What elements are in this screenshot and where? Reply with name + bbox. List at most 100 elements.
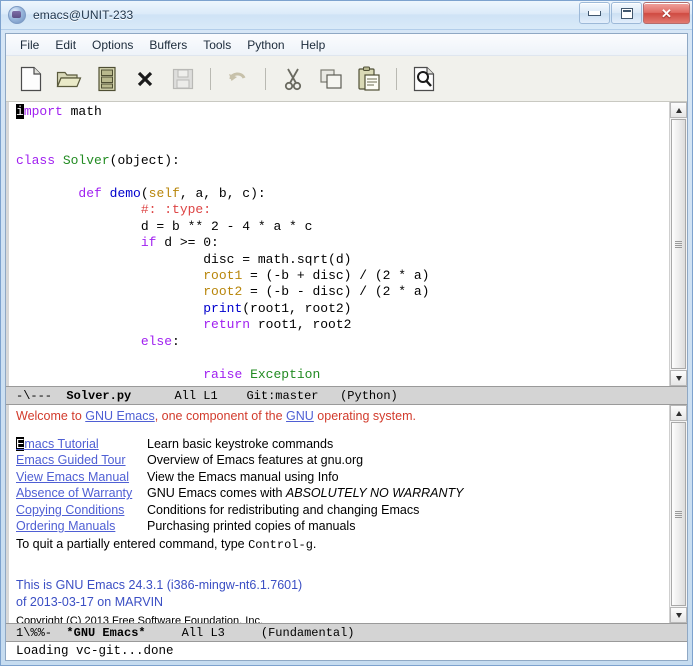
- close-icon: ✕: [661, 5, 672, 21]
- code-token-kw: return: [203, 317, 251, 333]
- welcome-scroll-up-button[interactable]: [670, 405, 687, 421]
- link-ordering-manuals[interactable]: Ordering Manuals: [16, 518, 147, 535]
- code-scroll-thumb[interactable]: [671, 119, 686, 369]
- code-token-typename: Exception: [250, 366, 321, 382]
- new-file-icon: [20, 66, 42, 91]
- desc-view-emacs-manual: View the Emacs manual using Info: [147, 469, 339, 484]
- code-token-plain: d = b ** 2 - 4 * a * c: [16, 218, 313, 234]
- menu-item-python[interactable]: Python: [239, 36, 292, 54]
- open-directory-button[interactable]: [90, 61, 124, 97]
- code-token-plain: (root1, root2): [242, 300, 352, 316]
- code-token-plain: disc = math.sqrt(d): [16, 251, 352, 267]
- welcome-intro-before: Welcome to: [16, 409, 86, 423]
- warranty-emphasis: ABSOLUTELY NO WARRANTY: [285, 486, 464, 500]
- undo-button[interactable]: [221, 61, 255, 97]
- code-window: import math class Solver(object): def de…: [6, 102, 687, 405]
- desc-ordering-manuals: Purchasing printed copies of manuals: [147, 519, 356, 533]
- desc-copying-conditions: Conditions for redistributing and changi…: [147, 502, 420, 517]
- link-emacs-guided-tour[interactable]: Emacs Guided Tour: [16, 452, 147, 469]
- arrow-down-icon: [675, 612, 682, 618]
- link-absence-of-warranty[interactable]: Absence of Warranty: [16, 485, 147, 502]
- code-token-kw: mport: [23, 104, 63, 119]
- code-content[interactable]: import math class Solver(object): def de…: [16, 104, 669, 386]
- welcome-mode-line[interactable]: 1\%%- *GNU Emacs* All L3 (Fundamental): [6, 623, 687, 642]
- code-token-kw: else: [140, 333, 173, 349]
- desc-emacs-tutorial: Learn basic keystroke commands: [147, 436, 334, 451]
- welcome-intro-line: Welcome to GNU Emacs, one component of t…: [16, 408, 669, 425]
- open-file-button[interactable]: [52, 61, 86, 97]
- cut-button[interactable]: [276, 61, 310, 97]
- quit-line-before: To quit a partially entered command, typ…: [16, 536, 249, 551]
- paste-button[interactable]: [352, 61, 386, 97]
- copyright-line: Copyright (C) 2013 Free Software Foundat…: [16, 615, 264, 623]
- welcome-modeline-position: All L3: [181, 625, 225, 640]
- code-token-plain: = (-b + disc) / (2 * a): [242, 268, 430, 284]
- toolbar-separator-1: [210, 67, 211, 90]
- welcome-scroll-track[interactable]: [670, 421, 687, 607]
- code-token-kw: if: [140, 235, 157, 251]
- menu-item-tools[interactable]: Tools: [195, 36, 239, 54]
- window-controls: ✕: [579, 2, 690, 24]
- link-view-emacs-manual[interactable]: View Emacs Manual: [16, 469, 147, 486]
- emacs-frame: import math class Solver(object): def de…: [6, 102, 687, 660]
- menu-item-help[interactable]: Help: [293, 36, 334, 54]
- code-token-typename: Solver: [62, 153, 110, 169]
- gnu-emacs-link[interactable]: GNU Emacs: [85, 409, 154, 423]
- echo-area[interactable]: Loading vc-git...done: [6, 642, 687, 660]
- code-token-cursor: i: [16, 104, 24, 119]
- version-line-2: of 2013-03-17 on MARVIN: [16, 594, 164, 609]
- link-emacs-tutorial[interactable]: Emacs Tutorial: [16, 436, 147, 453]
- welcome-scroll-thumb[interactable]: [671, 422, 686, 606]
- code-token-kw: def: [78, 186, 102, 202]
- search-button[interactable]: [407, 61, 441, 97]
- menu-item-options[interactable]: Options: [84, 36, 141, 54]
- maximize-icon: [620, 7, 633, 19]
- minimize-button[interactable]: [579, 2, 610, 24]
- close-buffer-button[interactable]: [128, 61, 162, 97]
- code-scroll-track[interactable]: [670, 118, 687, 370]
- welcome-scroll-down-button[interactable]: [670, 607, 687, 623]
- quit-key: Control-g: [248, 537, 313, 552]
- menu-item-edit[interactable]: Edit: [47, 36, 84, 54]
- code-scroll-up-button[interactable]: [670, 102, 687, 118]
- copy-button[interactable]: [314, 61, 348, 97]
- welcome-scrollbar[interactable]: [669, 405, 687, 623]
- undo-icon: [229, 72, 246, 81]
- toolbar-separator-3: [396, 67, 397, 90]
- save-button[interactable]: [166, 61, 200, 97]
- welcome-help-table: Emacs Tutorial Learn basic keystroke com…: [16, 436, 669, 535]
- code-text-area[interactable]: import math class Solver(object): def de…: [16, 102, 669, 386]
- title-bar[interactable]: emacs@UNIT-233 ✕: [1, 1, 692, 30]
- maximize-button[interactable]: [611, 2, 642, 24]
- code-token-comment: #: :type:: [140, 202, 212, 218]
- close-button[interactable]: ✕: [643, 2, 690, 24]
- code-modeline-major-mode: (Python): [340, 388, 398, 403]
- welcome-intro-middle: , one component of the: [154, 409, 287, 423]
- desc-emacs-guided-tour: Overview of Emacs features at gnu.org: [147, 453, 364, 467]
- link-copying-conditions[interactable]: Copying Conditions: [16, 502, 147, 519]
- code-modeline-position: All L1: [174, 388, 218, 403]
- code-scrollbar[interactable]: [669, 102, 687, 386]
- welcome-modeline-flags: 1\%%-: [16, 625, 53, 640]
- menu-item-file[interactable]: File: [12, 36, 47, 54]
- code-modeline-vc: Git:master: [246, 388, 319, 403]
- new-file-button[interactable]: [14, 61, 48, 97]
- welcome-modeline-buffer-name: *GNU Emacs*: [66, 625, 146, 640]
- menu-item-buffers[interactable]: Buffers: [141, 36, 195, 54]
- gnu-link[interactable]: GNU: [286, 409, 314, 423]
- code-mode-line[interactable]: -\--- Solver.py All L1 Git:master (Pytho…: [6, 386, 687, 405]
- code-scroll-down-button[interactable]: [670, 370, 687, 386]
- code-modeline-flags: -\---: [16, 388, 53, 403]
- welcome-text-area[interactable]: Welcome to GNU Emacs, one component of t…: [16, 405, 669, 623]
- version-line-1: This is GNU Emacs 24.3.1 (i386-mingw-nt6…: [16, 578, 303, 592]
- menu-bar: File Edit Options Buffers Tools Python H…: [6, 34, 687, 56]
- desc-absence-of-warranty: GNU Emacs comes with ABSOLUTELY NO WARRA…: [147, 486, 464, 500]
- code-token-plain: d >= 0:: [156, 235, 219, 251]
